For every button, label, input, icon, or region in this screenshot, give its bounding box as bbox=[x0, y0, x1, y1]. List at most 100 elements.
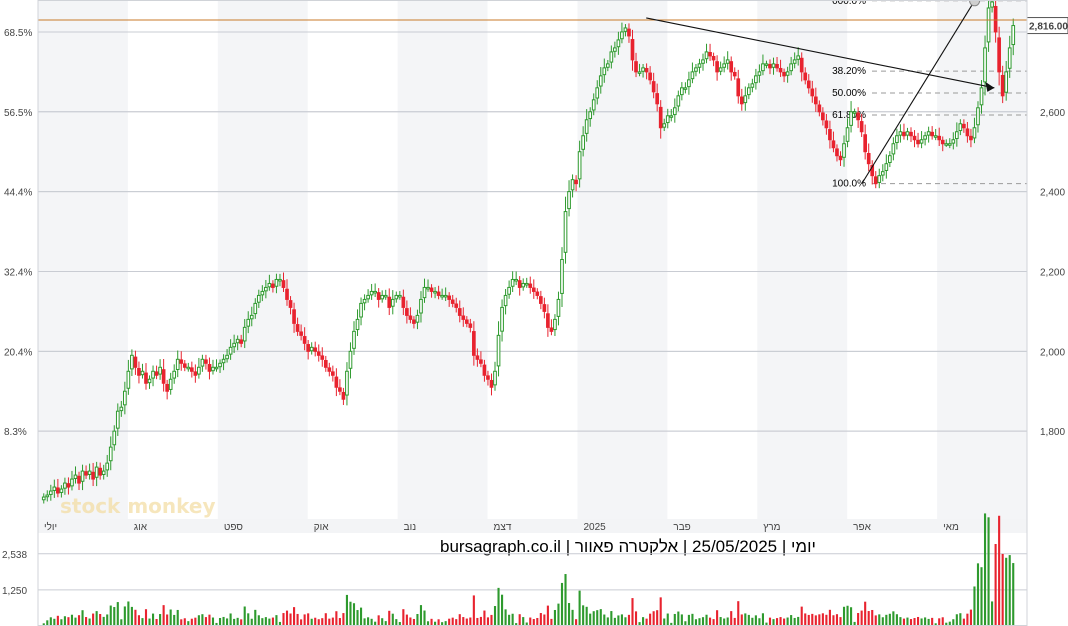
candle bbox=[517, 276, 522, 296]
candle-body bbox=[951, 139, 956, 144]
volume-bar bbox=[472, 595, 475, 625]
candle-body bbox=[613, 47, 617, 52]
candle bbox=[489, 373, 494, 396]
volume-bar bbox=[599, 609, 602, 625]
candle bbox=[154, 365, 159, 380]
candle-body bbox=[993, 5, 998, 33]
volume-bar bbox=[211, 617, 215, 625]
price-tick-label: 2,200 bbox=[1040, 267, 1065, 278]
percent-axis: 8.3% 20.4% 32.4% 44.4% 56.5% 68.5% bbox=[4, 28, 32, 438]
volume-bar bbox=[501, 594, 504, 625]
volume-bar bbox=[716, 610, 719, 625]
candle bbox=[680, 82, 684, 101]
volume-bar bbox=[857, 613, 860, 625]
chart-caption: יומי | 25/05/2025 | אלקטרה פאוור | bursa… bbox=[440, 537, 816, 556]
candle bbox=[140, 363, 145, 379]
candle-body bbox=[126, 370, 131, 389]
candle-body bbox=[757, 71, 762, 76]
candle bbox=[133, 350, 138, 375]
candle-body bbox=[302, 336, 307, 344]
volume-bar bbox=[405, 614, 408, 625]
candle-body bbox=[429, 287, 434, 292]
candle-body bbox=[990, 1, 994, 8]
volume-bar bbox=[1012, 563, 1015, 625]
watermark: stock monkey bbox=[60, 494, 216, 518]
candle-body bbox=[976, 107, 980, 126]
volume-bar bbox=[370, 618, 373, 625]
volume-bar bbox=[638, 622, 641, 625]
volume-bar bbox=[451, 617, 454, 625]
volume-bar bbox=[617, 615, 620, 625]
volume-bar bbox=[218, 617, 222, 625]
volume-bar bbox=[416, 613, 419, 625]
volume-bar bbox=[751, 617, 754, 625]
month-label: ספט bbox=[224, 522, 244, 533]
candle-body bbox=[602, 67, 607, 76]
candle-body bbox=[859, 121, 864, 133]
volume-bar bbox=[976, 563, 980, 625]
candle bbox=[736, 69, 741, 104]
candle-body bbox=[123, 390, 127, 406]
candle bbox=[683, 82, 688, 94]
last-price-label: 2,816.00 bbox=[1029, 22, 1068, 33]
candle-body bbox=[835, 148, 839, 157]
volume-grid bbox=[38, 553, 1027, 591]
candle-body bbox=[986, 7, 991, 43]
volume-bar bbox=[222, 616, 225, 625]
volume-bar bbox=[698, 618, 701, 625]
candle bbox=[309, 342, 314, 355]
volume-bar bbox=[208, 614, 211, 625]
candle bbox=[341, 387, 346, 405]
time-axis-strip bbox=[38, 519, 1027, 533]
candle-body bbox=[242, 326, 247, 342]
candle-body bbox=[672, 107, 677, 116]
volume-bar bbox=[998, 515, 1001, 625]
candle bbox=[866, 143, 871, 172]
candle bbox=[538, 290, 543, 310]
candle-body bbox=[256, 294, 261, 303]
volume-bar bbox=[317, 619, 320, 625]
volume-bar bbox=[582, 605, 585, 625]
month-label: מאי bbox=[943, 522, 959, 533]
candle-body bbox=[214, 366, 219, 370]
candle bbox=[739, 88, 744, 111]
candle-body bbox=[130, 354, 134, 370]
volume-bar bbox=[652, 611, 655, 625]
candle-body bbox=[179, 359, 184, 364]
volume-bar bbox=[786, 617, 789, 625]
volume-bar bbox=[395, 619, 398, 625]
candle-body bbox=[972, 127, 977, 139]
candle-body bbox=[919, 139, 924, 144]
volume-bar bbox=[737, 601, 740, 625]
candle bbox=[528, 276, 533, 294]
candle bbox=[877, 168, 882, 189]
candle-body bbox=[715, 61, 719, 73]
percent-tick-label: 44.4% bbox=[4, 188, 32, 199]
volume-bar bbox=[938, 618, 941, 625]
candle-body bbox=[175, 358, 180, 370]
candle bbox=[732, 67, 737, 80]
candle-body bbox=[542, 304, 547, 312]
volume-bar bbox=[959, 613, 962, 625]
candle-body bbox=[383, 294, 388, 298]
volume-bar bbox=[74, 617, 77, 625]
candle-body bbox=[369, 290, 374, 296]
candle-body bbox=[218, 362, 222, 368]
volume-bar bbox=[229, 613, 232, 625]
volume-bar bbox=[303, 614, 306, 625]
candle-body bbox=[341, 391, 346, 400]
candle-body bbox=[831, 140, 836, 149]
volume-bar bbox=[733, 617, 736, 625]
fib-level-label: 000.0% bbox=[832, 0, 866, 7]
volume-bar bbox=[310, 618, 313, 625]
candle bbox=[514, 271, 519, 286]
candle bbox=[161, 358, 166, 392]
candle bbox=[933, 128, 938, 141]
candle-body bbox=[933, 135, 938, 138]
volume-bar bbox=[691, 613, 694, 625]
volume-bar bbox=[345, 594, 349, 625]
candle bbox=[383, 289, 388, 300]
candle bbox=[175, 350, 180, 378]
volume-bar bbox=[116, 602, 119, 625]
candle bbox=[165, 379, 169, 400]
